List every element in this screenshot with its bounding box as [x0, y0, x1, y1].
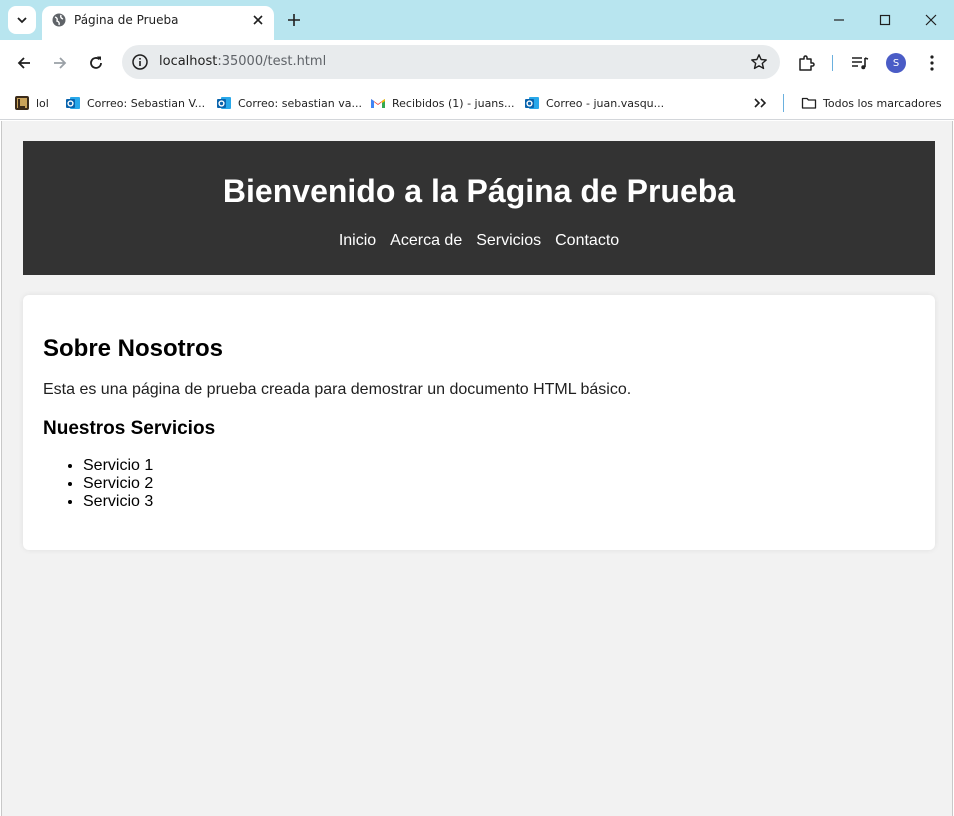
nav-link-inicio[interactable]: Inicio	[339, 231, 376, 251]
kebab-menu-icon	[930, 55, 934, 71]
reload-button[interactable]	[85, 52, 107, 74]
outlook-icon	[217, 97, 231, 109]
globe-icon	[52, 13, 66, 27]
reload-icon	[90, 56, 102, 69]
chevron-down-icon	[17, 17, 27, 24]
bookmark-label: Correo - juan.vasqu...	[546, 96, 665, 110]
active-tab[interactable]: Página de Prueba	[42, 6, 274, 40]
content-card: Sobre Nosotros Esta es una página de pru…	[23, 295, 935, 550]
arrow-right-icon	[54, 57, 67, 69]
tab-title: Página de Prueba	[74, 13, 179, 27]
new-tab-icon[interactable]	[285, 11, 303, 29]
toolbar-divider	[832, 55, 833, 71]
url-text[interactable]: localhost:35000/test.html	[159, 54, 326, 69]
page-title: Bienvenido a la Página de Prueba	[222, 173, 736, 209]
back-button[interactable]	[13, 52, 35, 74]
bookmarks-divider	[783, 94, 784, 112]
browser-toolbar: localhost:35000/test.html S	[0, 40, 954, 86]
outlook-icon	[525, 97, 539, 109]
chevron-double-right-icon[interactable]	[752, 95, 768, 111]
nav-link-servicios[interactable]: Servicios	[476, 231, 541, 251]
folder-icon	[801, 97, 817, 109]
maximize-button[interactable]	[875, 10, 895, 30]
bookmark-label: lol	[36, 96, 49, 110]
bookmark-label: Recibidos (1) - juans...	[392, 96, 515, 110]
services-heading: Nuestros Servicios	[43, 418, 216, 439]
about-text: Esta es una página de prueba creada para…	[43, 381, 632, 398]
url-path: :35000/test.html	[217, 54, 327, 69]
bookmark-lol[interactable]: lol	[14, 93, 49, 113]
nav-link-acerca-de[interactable]: Acerca de	[390, 231, 462, 251]
all-bookmarks-button[interactable]: Todos los marcadores	[801, 93, 942, 113]
minimize-button[interactable]	[829, 10, 849, 30]
forward-button[interactable]	[49, 52, 71, 74]
bookmark-correo-2[interactable]: Correo: sebastian va...	[216, 93, 362, 113]
browser-menu-button[interactable]	[922, 53, 942, 73]
puzzle-icon	[799, 55, 815, 71]
all-bookmarks-label: Todos los marcadores	[823, 96, 942, 110]
profile-avatar[interactable]: S	[886, 53, 906, 73]
nav-link-contacto[interactable]: Contacto	[555, 231, 619, 251]
maximize-icon	[879, 14, 891, 26]
media-control-button[interactable]	[850, 53, 870, 73]
bookmark-label: Correo: Sebastian V...	[87, 96, 206, 110]
extensions-button[interactable]	[796, 53, 816, 73]
minimize-icon	[834, 19, 844, 21]
services-list: Servicio 1 Servicio 2 Servicio 3	[43, 457, 915, 511]
tab-search-button[interactable]	[8, 6, 36, 34]
bookmark-correo-3[interactable]: Correo - juan.vasqu...	[524, 93, 664, 113]
tab-strip: Página de Prueba	[0, 0, 954, 40]
about-heading: Sobre Nosotros	[43, 335, 224, 362]
bookmarks-bar: lol Correo: Sebastian V... Correo: sebas…	[0, 86, 954, 120]
list-item: Servicio 1	[83, 457, 915, 475]
arrow-left-icon	[17, 57, 30, 69]
close-tab-icon[interactable]	[252, 14, 264, 26]
site-nav: Inicio Acerca de Servicios Contacto	[23, 231, 935, 251]
lol-bookmark-icon	[15, 96, 29, 110]
close-window-button[interactable]	[921, 10, 941, 30]
bookmark-gmail[interactable]: Recibidos (1) - juans...	[370, 93, 515, 113]
playlist-music-icon	[852, 57, 869, 70]
site-info-icon[interactable]	[131, 53, 149, 71]
site-header: Bienvenido a la Página de Prueba Inicio …	[23, 141, 935, 275]
bookmark-label: Correo: sebastian va...	[238, 96, 362, 110]
bookmark-star-icon[interactable]	[750, 53, 768, 71]
close-icon	[925, 14, 937, 26]
url-host: localhost	[159, 54, 218, 69]
list-item: Servicio 2	[83, 475, 915, 493]
list-item: Servicio 3	[83, 493, 915, 511]
page-viewport: Bienvenido a la Página de Prueba Inicio …	[1, 121, 953, 816]
address-bar[interactable]: localhost:35000/test.html	[122, 45, 780, 79]
bookmark-correo-1[interactable]: Correo: Sebastian V...	[65, 93, 205, 113]
gmail-icon	[371, 99, 385, 108]
outlook-icon	[66, 97, 80, 109]
